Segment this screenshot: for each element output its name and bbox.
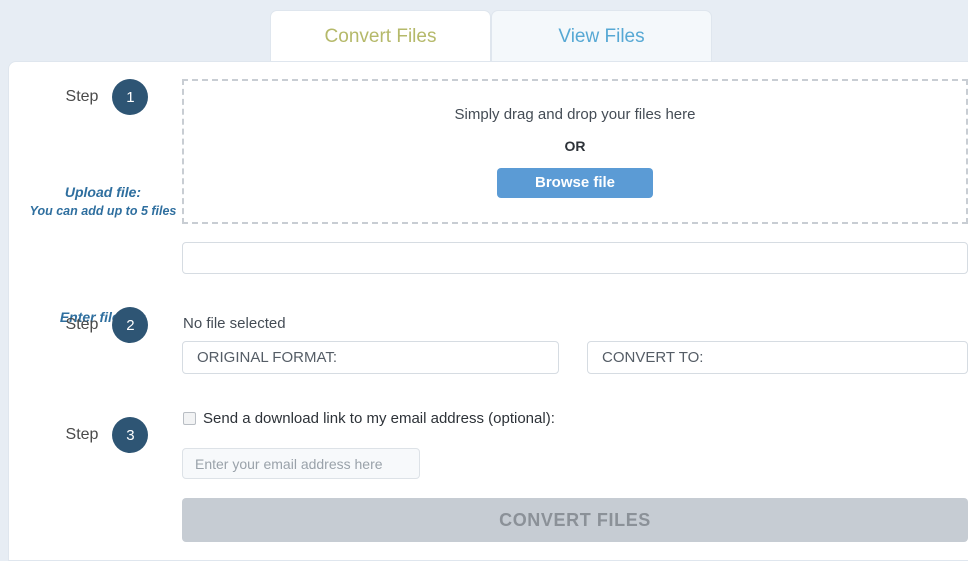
send-email-checkbox[interactable] <box>183 412 196 425</box>
email-address-input[interactable] <box>182 448 420 479</box>
step-3-number: 3 <box>112 417 149 453</box>
tab-convert-files-label: Convert Files <box>324 25 437 47</box>
dropzone-instruction: Simply drag and drop your files here <box>454 105 696 123</box>
convert-files-button[interactable]: CONVERT FILES <box>182 498 968 542</box>
step-3-word: Step <box>65 426 99 443</box>
converter-card: Step 1 Upload file: You can add up to 5 … <box>8 61 968 561</box>
step-1-number: 1 <box>112 79 149 115</box>
upload-file-hint: You can add up to 5 files <box>29 204 177 219</box>
step-1-word: Step <box>65 88 99 105</box>
selected-file-status: No file selected <box>183 315 286 332</box>
browse-file-button[interactable]: Browse file <box>497 167 653 198</box>
convert-to-label: CONVERT TO: <box>602 349 704 366</box>
tab-convert-files[interactable]: Convert Files <box>270 10 491 62</box>
original-format-label: ORIGINAL FORMAT: <box>197 349 338 366</box>
step-1-indicator: Step 1 <box>31 79 183 115</box>
tab-bar: Convert Files View Files <box>0 0 968 62</box>
file-dropzone[interactable]: Simply drag and drop your files here OR … <box>182 79 968 224</box>
step-3-indicator: Step 3 <box>31 417 183 453</box>
step-2-number: 2 <box>112 307 149 343</box>
original-format-select[interactable]: ORIGINAL FORMAT: <box>182 341 559 374</box>
upload-file-note: Upload file: You can add up to 5 files <box>19 182 187 220</box>
upload-file-title: Upload file: <box>64 184 142 200</box>
file-url-input[interactable] <box>182 242 968 274</box>
step-2-word: Step <box>65 316 99 333</box>
convert-to-select[interactable]: CONVERT TO: <box>587 341 968 374</box>
step-2-indicator: Step 2 <box>31 307 183 343</box>
dropzone-or-separator: OR <box>564 137 586 154</box>
email-option-row: Send a download link to my email address… <box>183 410 555 427</box>
tab-view-files[interactable]: View Files <box>491 10 712 62</box>
tab-view-files-label: View Files <box>558 25 645 47</box>
send-email-label: Send a download link to my email address… <box>203 410 555 427</box>
